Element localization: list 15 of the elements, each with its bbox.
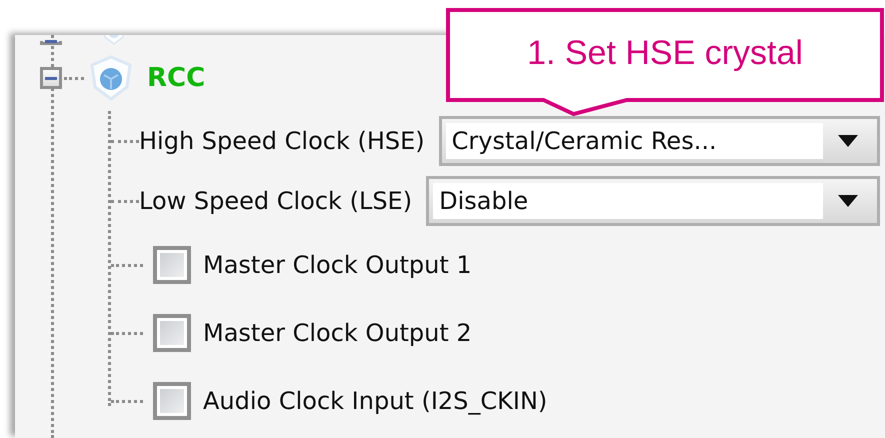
- checkbox-label: Master Clock Output 1: [203, 251, 472, 279]
- checkbox[interactable]: [153, 382, 191, 420]
- collapse-toggle[interactable]: [40, 67, 62, 89]
- checkbox-label: Master Clock Output 2: [203, 319, 472, 347]
- setting-label: Low Speed Clock (LSE): [139, 187, 412, 215]
- collapse-toggle[interactable]: [40, 41, 62, 45]
- dropdown[interactable]: Crystal/Ceramic Res...: [438, 116, 880, 166]
- setting-label: High Speed Clock (HSE): [139, 127, 425, 155]
- callout-text: 1. Set HSE crystal: [527, 34, 803, 74]
- dropdown[interactable]: Disable: [426, 176, 880, 226]
- caret-icon: [838, 195, 858, 207]
- checkbox[interactable]: [153, 314, 191, 352]
- checkbox-label: Audio Clock Input (I2S_CKIN): [203, 387, 548, 415]
- checkbox[interactable]: [153, 246, 191, 284]
- caret-icon: [838, 135, 858, 147]
